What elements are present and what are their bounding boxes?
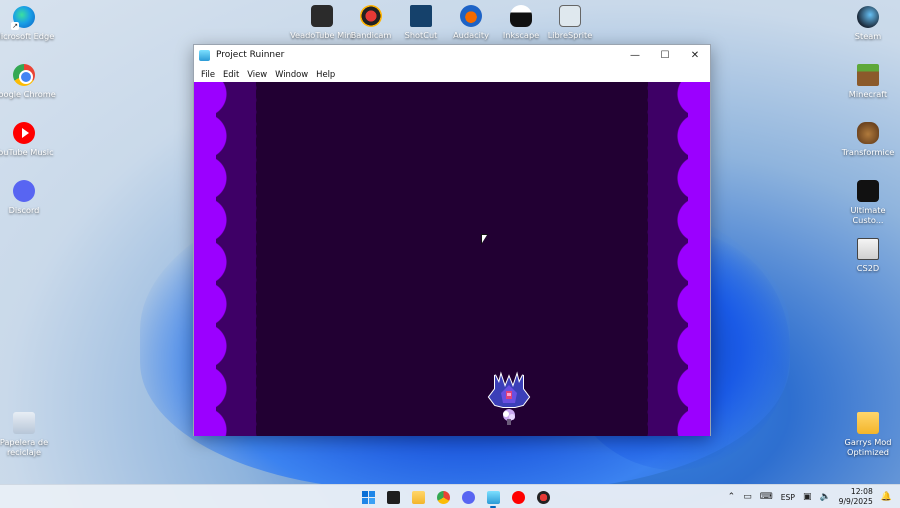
desktop-icon-chrome[interactable]: Google Chrome <box>0 64 56 99</box>
menu-view[interactable]: View <box>243 69 271 79</box>
desktop-icon-label: Discord <box>8 205 40 215</box>
close-button[interactable]: ✕ <box>680 45 710 65</box>
desktop-icon-label: Minecraft <box>848 89 888 99</box>
menu-window[interactable]: Window <box>271 69 312 79</box>
menu-bar: File Edit View Window Help <box>194 65 710 82</box>
gamepad-icon[interactable]: ▭ <box>743 492 752 502</box>
desktop-icon-label: Google Chrome <box>0 89 56 99</box>
chrome-icon <box>13 64 35 86</box>
window-title: Project Ruinner <box>216 50 285 60</box>
minecraft-icon <box>857 64 879 86</box>
menu-file[interactable]: File <box>197 69 219 79</box>
taskbar-terminal[interactable] <box>383 488 403 506</box>
desktop-icon-minecraft[interactable]: Minecraft <box>836 64 900 99</box>
youtube-music-icon <box>511 490 525 504</box>
chrome-icon <box>436 490 450 504</box>
game-viewport[interactable] <box>194 82 710 436</box>
discord-icon <box>13 180 35 202</box>
desktop-icon-label: Transformice <box>841 147 895 157</box>
desktop-icon-label: LibreSprite <box>547 30 593 40</box>
desktop-icon-label: Garrys Mod Optimized <box>844 437 892 457</box>
taskbar-discord[interactable] <box>458 488 478 506</box>
libresprite-icon <box>559 5 581 27</box>
desktop-icon-label: Ultimate Custo... <box>850 205 886 225</box>
cs2d-icon <box>857 238 879 260</box>
desktop-icon-label: YouTube Music <box>0 147 54 157</box>
network-icon[interactable]: ▣ <box>803 492 812 502</box>
desktop-icon-label: Audacity <box>453 30 489 40</box>
edge-icon: ↗ <box>11 6 35 30</box>
desktop-icon-discord[interactable]: Discord <box>0 180 56 215</box>
taskbar-youtube-music[interactable] <box>508 488 528 506</box>
desktop-icon-cs2d[interactable]: CS2D <box>836 238 900 273</box>
taskbar-apps <box>358 488 553 508</box>
desktop-icon-transformice[interactable]: Transformice <box>836 122 900 157</box>
ultimate-custom-night-icon <box>857 180 879 202</box>
recycle-bin-icon <box>13 412 35 434</box>
right-wall-edge <box>646 82 652 436</box>
inkscape-icon <box>510 5 532 27</box>
menu-help[interactable]: Help <box>312 69 339 79</box>
audacity-icon <box>460 5 482 27</box>
chevron-up-icon[interactable]: ⌃ <box>728 492 736 502</box>
windows-icon <box>361 490 375 504</box>
desktop-icon-label: Steam <box>854 31 882 41</box>
file-explorer-icon <box>411 490 425 504</box>
desktop-icon-label: Bandicam <box>350 30 392 40</box>
desktop-icon-label: CS2D <box>856 263 880 273</box>
title-bar[interactable]: Project Ruinner — ☐ ✕ <box>194 45 710 65</box>
keyboard-icon[interactable]: ⌨ <box>760 492 773 502</box>
taskbar-project-ruinner[interactable] <box>483 488 503 508</box>
discord-icon <box>461 490 475 504</box>
window-controls: — ☐ ✕ <box>620 45 710 65</box>
minimize-button[interactable]: — <box>620 45 650 65</box>
record-icon <box>536 490 550 504</box>
desktop-icon-steam[interactable]: Steam <box>836 6 900 41</box>
folder-icon <box>857 412 879 434</box>
desktop-icon-ultimate-custom-night[interactable]: Ultimate Custo... <box>836 180 900 225</box>
desktop-icon-libresprite[interactable]: LibreSprite <box>538 5 602 40</box>
system-tray: ⌃ ▭ ⌨ ESP ▣ 🔈 12:08 9/9/2025 🔔 <box>728 485 892 508</box>
desktop-icon-edge[interactable]: ↗ Microsoft Edge <box>0 6 56 41</box>
left-wall-edge <box>252 82 258 436</box>
shotcut-icon <box>410 5 432 27</box>
language-indicator[interactable]: ESP <box>781 493 795 502</box>
menu-edit[interactable]: Edit <box>219 69 243 79</box>
taskbar-file-explorer[interactable] <box>408 488 428 506</box>
bell-icon[interactable]: 🔔 <box>881 492 892 502</box>
right-wall-scallops <box>664 82 710 436</box>
clock[interactable]: 12:08 9/9/2025 <box>839 487 873 507</box>
clock-date: 9/9/2025 <box>838 497 873 506</box>
left-wall-scallops <box>194 82 240 436</box>
desktop-icon-recycle-bin[interactable]: Papelera de reciclaje <box>0 412 56 457</box>
youtube-music-icon <box>13 122 35 144</box>
app-icon <box>199 49 210 61</box>
bandicam-icon <box>360 5 382 27</box>
taskbar-recorder[interactable] <box>533 488 553 506</box>
desktop-icon-label: ShotCut <box>404 30 438 40</box>
desktop-icon-garrys-mod-optimized[interactable]: Garrys Mod Optimized <box>836 412 900 457</box>
steam-icon <box>857 6 879 28</box>
taskbar: ⌃ ▭ ⌨ ESP ▣ 🔈 12:08 9/9/2025 🔔 <box>0 484 900 508</box>
mouse-cursor <box>481 234 488 245</box>
project-ruinner-window: Project Ruinner — ☐ ✕ File Edit View Win… <box>193 44 711 436</box>
desktop-icon-youtube-music[interactable]: YouTube Music <box>0 122 56 157</box>
volume-icon[interactable]: 🔈 <box>819 492 830 502</box>
start-button[interactable] <box>358 488 378 506</box>
veadotube-icon <box>311 5 333 27</box>
desktop-icon-label: Papelera de reciclaje <box>0 437 49 457</box>
transformice-icon <box>857 122 879 144</box>
maximize-button[interactable]: ☐ <box>650 45 680 65</box>
project-ruinner-icon <box>486 490 500 504</box>
terminal-icon <box>386 490 400 504</box>
desktop-icon-label: Microsoft Edge <box>0 31 55 41</box>
desktop-icon-label: Inkscape <box>502 30 540 40</box>
clock-time: 12:08 <box>850 487 873 496</box>
player-ship <box>487 371 531 425</box>
taskbar-chrome[interactable] <box>433 488 453 506</box>
